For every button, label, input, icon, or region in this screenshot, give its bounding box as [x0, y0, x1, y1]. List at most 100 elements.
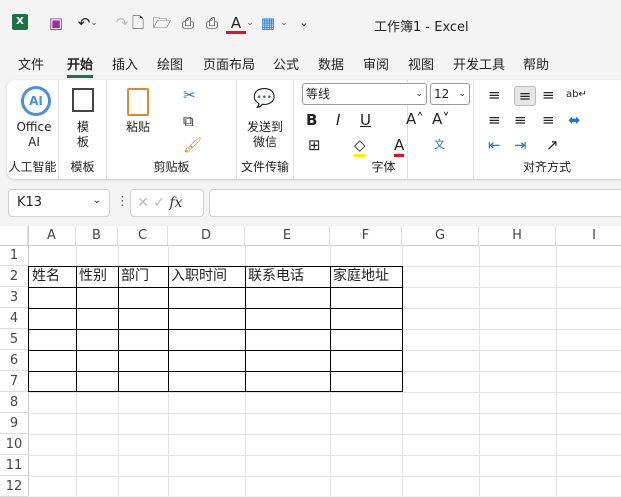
paste-button[interactable]: 粘贴 [121, 120, 155, 135]
align-left-icon[interactable]: ≡ [488, 111, 501, 129]
insert-function-button[interactable]: fx [169, 195, 182, 211]
customize-qat-icon[interactable]: ⌄ [294, 14, 314, 32]
tab-review[interactable]: 审阅 [363, 54, 389, 73]
excel-logo-icon: X [12, 14, 28, 30]
office-ai-icon[interactable]: AI [21, 86, 51, 116]
save-icon[interactable]: ▣ [46, 14, 66, 32]
column-header[interactable]: C [118, 226, 168, 245]
tab-page-layout[interactable]: 页面布局 [203, 54, 255, 73]
wrap-text-icon[interactable]: ab↵ [566, 86, 587, 104]
quick-access-toolbar: X ▣ ↶ ⌄ ↷ 🗋 🗁 ⎙ ⎙ A ⌄ ▦ ⌄ ⌄ 工作簿1 - Excel [0, 10, 621, 36]
merge-center-icon[interactable]: ⬌ [568, 111, 581, 129]
column-header[interactable]: F [330, 226, 402, 245]
open-folder-icon[interactable]: 🗁 [152, 14, 172, 32]
group-file-transfer: 💬 发送到微信 文件传输 [237, 80, 294, 179]
cell-F2[interactable]: 家庭地址 [330, 266, 389, 287]
font-size-select[interactable]: 12 ⌄ [430, 83, 470, 105]
cut-icon[interactable]: ✂ [183, 86, 196, 104]
ribbon: AI Office AI 人工智能 模板 模板 粘贴 ✂ ⧉ 🖌 剪贴板 💬 发… [7, 80, 621, 179]
tab-help[interactable]: 帮助 [523, 54, 549, 73]
italic-button[interactable]: I [336, 111, 340, 129]
print-icon[interactable]: ⎙ [202, 14, 222, 32]
row-header[interactable]: 8 [0, 392, 28, 413]
cell-A2[interactable]: 姓名 [29, 266, 60, 287]
increase-font-icon[interactable]: A˄ [406, 110, 424, 128]
cell-B2[interactable]: 性别 [76, 266, 107, 287]
print-preview-icon[interactable]: ⎙ [178, 14, 198, 32]
column-header[interactable]: G [402, 226, 479, 245]
more-icon[interactable]: ⋮ [116, 194, 129, 209]
align-bottom-icon[interactable]: ≡ [542, 86, 555, 104]
window-title: 工作簿1 - Excel [374, 20, 469, 35]
font-name-select[interactable]: 等线 ⌄ [302, 83, 427, 105]
row-header[interactable]: 3 [0, 287, 28, 308]
align-right-icon[interactable]: ≡ [542, 111, 555, 129]
bold-button[interactable]: B [306, 111, 317, 129]
phonetic-icon[interactable]: 文 [434, 136, 445, 154]
template-icon[interactable] [72, 88, 94, 112]
row-header[interactable]: 4 [0, 308, 28, 329]
cell-C2[interactable]: 部门 [118, 266, 149, 287]
group-ai: AI Office AI 人工智能 [7, 80, 59, 179]
enter-icon[interactable]: ✓ [153, 195, 165, 211]
font-color-icon[interactable]: A [394, 136, 405, 157]
align-center-icon[interactable]: ≡ [514, 111, 527, 129]
cancel-icon[interactable]: ✕ [137, 195, 149, 211]
group-clipboard: 粘贴 ✂ ⧉ 🖌 剪贴板 [107, 80, 237, 179]
tab-home[interactable]: 开始 [67, 54, 94, 78]
borders-icon[interactable]: ⊞ [308, 136, 321, 154]
paste-icon[interactable] [127, 88, 149, 116]
group-label: 文件传输 [240, 160, 289, 174]
cell-D2[interactable]: 入职时间 [168, 266, 227, 287]
column-header[interactable]: B [76, 226, 118, 245]
tab-formulas[interactable]: 公式 [273, 54, 299, 73]
cell-E2[interactable]: 联系电话 [245, 266, 304, 287]
row-header[interactable]: 1 [0, 245, 28, 266]
name-box[interactable]: K13 ⌄ [8, 189, 110, 217]
chevron-down-icon[interactable]: ⌄ [84, 14, 104, 32]
tab-view[interactable]: 视图 [408, 54, 434, 73]
row-header[interactable]: 10 [0, 434, 28, 455]
tab-file[interactable]: 文件 [18, 54, 44, 73]
increase-indent-icon[interactable]: ⇥ [514, 136, 527, 154]
column-header[interactable]: A [28, 226, 76, 245]
column-header[interactable]: E [245, 226, 330, 245]
formula-input[interactable] [209, 189, 621, 217]
row-header[interactable]: 5 [0, 329, 28, 350]
decrease-font-icon[interactable]: A˅ [432, 110, 450, 128]
group-label: 模板 [70, 160, 95, 174]
fill-color-icon[interactable]: ◇ [354, 136, 366, 157]
format-painter-icon[interactable]: 🖌 [183, 136, 202, 154]
tab-insert[interactable]: 插入 [112, 54, 138, 73]
underline-button[interactable]: U [360, 111, 371, 129]
spreadsheet-grid[interactable]: A B C D E F G H I 1 2 3 4 5 6 7 8 9 10 1… [0, 226, 621, 497]
tab-data[interactable]: 数据 [318, 54, 344, 73]
group-font-body: 等线 ⌄ 12 ⌄ B I U A˄ A˅ ⊞ ◇ A 文 字体 [294, 80, 474, 179]
row-header[interactable]: 9 [0, 413, 28, 434]
select-all-button[interactable] [0, 226, 28, 245]
tab-developer[interactable]: 开发工具 [453, 54, 505, 73]
align-top-icon[interactable]: ≡ [488, 86, 501, 104]
group-template: 模板 模板 [59, 80, 107, 179]
row-header[interactable]: 2 [0, 266, 28, 287]
tab-draw[interactable]: 绘图 [157, 54, 183, 73]
office-ai-button[interactable]: Office AI [11, 120, 57, 150]
column-header[interactable]: D [168, 226, 245, 245]
template-button[interactable]: 模板 [73, 120, 93, 150]
row-header[interactable]: 11 [0, 455, 28, 476]
row-header[interactable]: 7 [0, 371, 28, 392]
column-header[interactable]: H [479, 226, 556, 245]
new-file-icon[interactable]: 🗋 [128, 14, 148, 32]
column-header[interactable]: I [556, 226, 621, 245]
row-header[interactable]: 6 [0, 350, 28, 371]
send-to-wechat-button[interactable]: 发送到微信 [243, 120, 287, 150]
group-label: 对齐方式 [522, 160, 571, 174]
ribbon-tabs: 文件 开始 插入 绘图 页面布局 公式 数据 审阅 视图 开发工具 帮助 [0, 52, 621, 78]
wechat-icon[interactable]: 💬 [253, 90, 275, 108]
copy-icon[interactable]: ⧉ [183, 112, 194, 130]
font-size-value: 12 [434, 87, 450, 101]
row-header[interactable]: 12 [0, 476, 28, 497]
align-middle-icon[interactable]: ≡ [514, 86, 536, 106]
decrease-indent-icon[interactable]: ⇤ [488, 136, 501, 154]
orientation-icon[interactable]: ↗ [546, 136, 559, 154]
